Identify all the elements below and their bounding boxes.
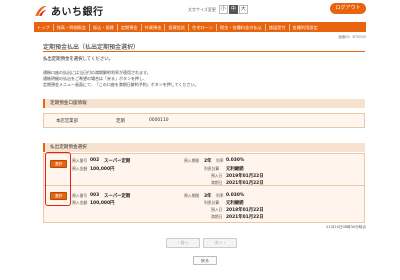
font-size-small-button[interactable]: 小 xyxy=(218,5,228,14)
next-arrow-icon: › xyxy=(223,240,226,245)
data-timestamp: 01月20日08時30分時点 xyxy=(326,225,366,229)
nav-item-transfer[interactable]: 振込・振替 xyxy=(90,23,118,31)
bank-logo-icon xyxy=(35,5,47,16)
instructions: 通帳口座の払出には当日付の満期解約利率が適用されます。 通帳明細の払出をご希望の… xyxy=(43,70,199,88)
nav-item-foreign-deposit[interactable]: 外貨預金 xyxy=(142,23,166,31)
deposit-start-date: 2018年01月22日 xyxy=(226,207,264,213)
account-type: 定期 xyxy=(116,118,125,124)
interest-label: 利息計算 xyxy=(204,166,220,171)
deposit-period: 2年 xyxy=(204,158,212,164)
page-subtitle: 払出定期預金を選択してください。 xyxy=(43,57,113,62)
deposit-no-label: 預入番号 xyxy=(72,158,88,163)
deposit-start-date: 2019年01月22日 xyxy=(226,173,264,179)
amount-label: 預入金額 xyxy=(72,200,88,205)
nav-item-top[interactable]: トップ xyxy=(34,23,54,31)
account-info: 本店営業部 定期 0000110 xyxy=(43,113,365,128)
deposit-no-label: 預入番号 xyxy=(72,193,88,198)
deposit-maturity-date: 2021年01月22日 xyxy=(226,214,264,220)
deposit-period: 3年 xyxy=(204,193,212,199)
nav-item-time-deposit[interactable]: 定期預金 xyxy=(118,23,142,31)
rate-label: 利率 xyxy=(216,158,224,163)
next-page-button[interactable]: 次へ › xyxy=(203,238,237,248)
font-size-label: 文字サイズ変更 xyxy=(188,6,216,12)
logout-button[interactable]: ログアウト xyxy=(330,3,366,14)
rate-label: 利率 xyxy=(216,193,224,198)
back-button[interactable]: 戻る xyxy=(193,256,217,265)
global-nav: トップ 残高・明細照会 振込・振替 定期預金 外貨預金 投資信託 住宅ローン 税… xyxy=(34,22,366,32)
font-size-medium-button[interactable]: 中 xyxy=(228,5,238,14)
deposit-no: 002 xyxy=(90,157,100,163)
deposit-no: 003 xyxy=(90,192,100,198)
deposit-rate: 0.030% xyxy=(226,192,245,198)
page-title: 定期預金払出（払出定期預金選択） xyxy=(43,44,140,51)
account-branch: 本店営業部 xyxy=(56,118,78,124)
screen-id: 画面ID：BT0005 xyxy=(338,35,366,39)
account-number: 0000110 xyxy=(149,118,169,123)
deposit-product: スーパー定期 xyxy=(104,193,131,199)
nav-item-tax-payment[interactable]: 税金・各種料金の払込 xyxy=(217,23,266,31)
header: あいち銀行 文字サイズ変更 小 中 大 ログアウト xyxy=(0,0,400,22)
bank-name: あいち銀行 xyxy=(51,7,104,18)
account-section-heading: 定期預金口座情報 xyxy=(43,99,365,108)
deposit-rate: 0.030% xyxy=(226,157,245,163)
nav-item-settings[interactable]: 各種利用設定 xyxy=(290,24,321,31)
bank-logo[interactable]: あいち銀行 xyxy=(34,3,104,18)
interest-label: 利息計算 xyxy=(204,200,220,205)
instruction-line: 定期預金メニュー画面にて、「この口座を満期日解約予約」ボタンを押してください。 xyxy=(43,82,199,87)
select-buttons-highlight xyxy=(45,152,71,206)
nav-item-housing-loan[interactable]: 住宅ローン xyxy=(189,23,217,31)
nav-item-investment-trust[interactable]: 投資信託 xyxy=(165,23,190,31)
next-page-label: 次へ xyxy=(214,240,223,245)
prev-arrow-icon: ‹ xyxy=(177,240,180,245)
nav-item-balance[interactable]: 残高・明細照会 xyxy=(54,23,90,31)
deposit-amount: 100,000円 xyxy=(90,166,115,172)
deposit-product: スーパー定期 xyxy=(104,158,131,164)
font-size-switcher: 文字サイズ変更 小 中 大 xyxy=(188,5,249,14)
deposit-interest: 元利継続 xyxy=(226,200,244,206)
font-size-large-button[interactable]: 大 xyxy=(238,5,248,14)
deposit-interest: 元利継続 xyxy=(226,166,244,172)
nav-item-notifications[interactable]: 諸届受付 xyxy=(266,23,290,31)
amount-label: 預入金額 xyxy=(72,166,88,171)
period-label: 預入期間 xyxy=(184,158,200,163)
start-label: 預入日 xyxy=(211,173,223,178)
deposit-amount: 100,000円 xyxy=(90,200,115,206)
title-divider xyxy=(43,51,365,52)
prev-page-label: 前へ xyxy=(180,240,189,245)
maturity-label: 満期日 xyxy=(211,214,223,219)
prev-page-button[interactable]: ‹ 前へ xyxy=(166,238,200,248)
period-label: 預入期間 xyxy=(184,193,200,198)
start-label: 預入日 xyxy=(211,207,223,212)
deposit-card: 選択 預入番号 003 スーパー定期 預入金額 100,000円 預入期間 3年… xyxy=(43,185,365,223)
deposit-section-heading: 払出定期預金選択 xyxy=(43,143,365,152)
